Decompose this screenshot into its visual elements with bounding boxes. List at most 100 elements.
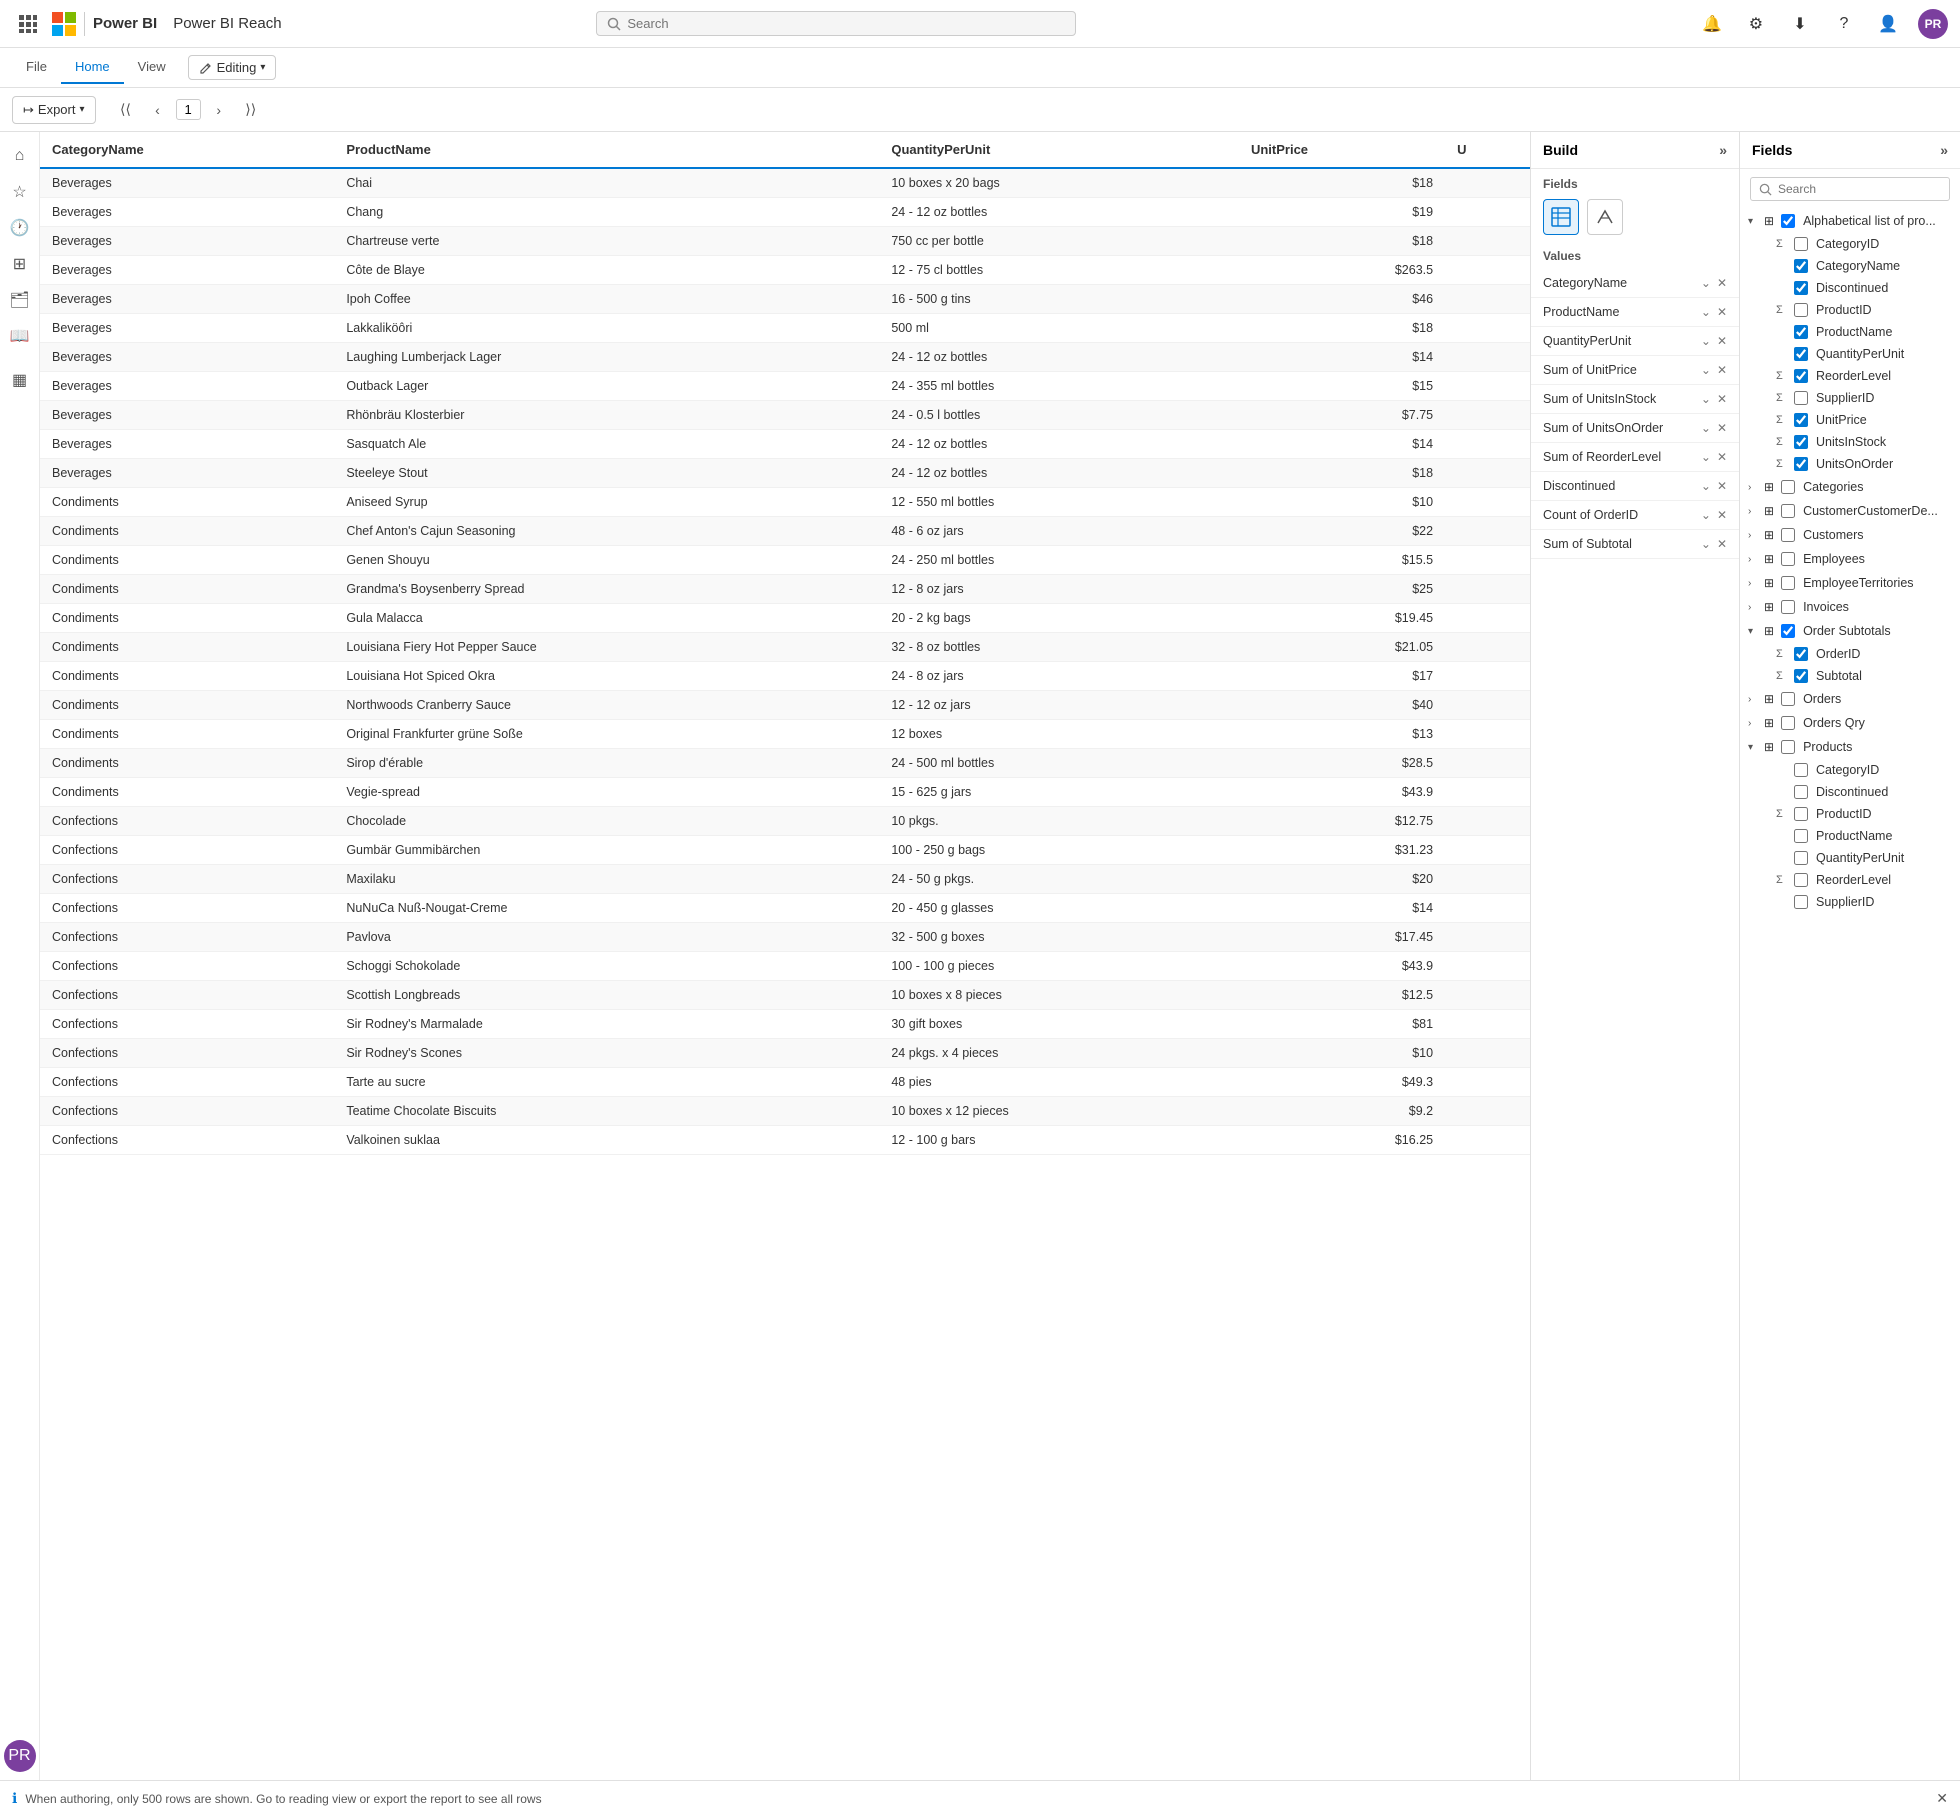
tree-group-check[interactable] [1781,528,1795,542]
build-value-item[interactable]: Sum of ReorderLevel ⌄ ✕ [1531,443,1739,472]
tree-group-check[interactable] [1781,624,1795,638]
tree-item[interactable]: Σ CategoryID [1740,233,1960,255]
tree-item[interactable]: Σ UnitsInStock [1740,431,1960,453]
build-value-sort[interactable]: ⌄ [1699,448,1713,466]
build-value-item[interactable]: ProductName ⌄ ✕ [1531,298,1739,327]
sidebar-metrics-icon[interactable]: ▦ [4,364,36,396]
bottom-bar-close[interactable]: ✕ [1936,1790,1948,1807]
tree-group-header[interactable]: › ⊞ CustomerCustomerDe... [1740,499,1960,523]
tree-item-check[interactable] [1794,807,1808,821]
sidebar-favorites-icon[interactable]: ☆ [4,176,36,208]
data-area[interactable]: CategoryName ProductName QuantityPerUnit… [40,132,1530,1780]
tree-group-check[interactable] [1781,214,1795,228]
fields-search-input[interactable] [1778,182,1941,196]
tree-item-check[interactable] [1794,281,1808,295]
build-value-item[interactable]: Sum of UnitPrice ⌄ ✕ [1531,356,1739,385]
tree-item-check[interactable] [1794,873,1808,887]
build-value-remove[interactable]: ✕ [1715,535,1729,553]
tree-item[interactable]: CategoryID [1740,759,1960,781]
sidebar-learn-icon[interactable]: 📖 [4,320,36,352]
build-value-remove[interactable]: ✕ [1715,361,1729,379]
build-value-item[interactable]: Sum of UnitsInStock ⌄ ✕ [1531,385,1739,414]
tree-group-header[interactable]: › ⊞ Invoices [1740,595,1960,619]
tree-group-check[interactable] [1781,740,1795,754]
sidebar-home-icon[interactable]: ⌂ [4,140,36,172]
build-value-sort[interactable]: ⌄ [1699,535,1713,553]
build-value-remove[interactable]: ✕ [1715,448,1729,466]
build-value-sort[interactable]: ⌄ [1699,390,1713,408]
tree-item[interactable]: Discontinued [1740,781,1960,803]
tree-group-check[interactable] [1781,716,1795,730]
tree-item-check[interactable] [1794,435,1808,449]
tree-group-check[interactable] [1781,576,1795,590]
tree-item-check[interactable] [1794,391,1808,405]
build-value-item[interactable]: Sum of Subtotal ⌄ ✕ [1531,530,1739,559]
avatar[interactable]: PR [1918,9,1948,39]
tree-item[interactable]: Σ ProductID [1740,299,1960,321]
tree-item-check[interactable] [1794,669,1808,683]
tree-item[interactable]: CategoryName [1740,255,1960,277]
tree-item[interactable]: QuantityPerUnit [1740,343,1960,365]
sidebar-pr-icon[interactable]: PR [4,1740,36,1772]
notifications-icon[interactable]: 🔔 [1698,10,1726,38]
tree-group-header[interactable]: ▾ ⊞ Alphabetical list of pro... [1740,209,1960,233]
tree-item[interactable]: Σ Subtotal [1740,665,1960,687]
sidebar-apps-icon[interactable]: ⊞ [4,248,36,280]
tree-item-check[interactable] [1794,237,1808,251]
tree-group-check[interactable] [1781,552,1795,566]
tree-item-check[interactable] [1794,325,1808,339]
fields-search-bar[interactable] [1750,177,1950,201]
tree-item-check[interactable] [1794,457,1808,471]
tab-file[interactable]: File [12,51,61,84]
tree-item-check[interactable] [1794,347,1808,361]
build-value-item[interactable]: Count of OrderID ⌄ ✕ [1531,501,1739,530]
build-value-sort[interactable]: ⌄ [1699,332,1713,350]
tree-group-header[interactable]: › ⊞ Customers [1740,523,1960,547]
tree-item-check[interactable] [1794,647,1808,661]
build-table-icon[interactable] [1543,199,1579,235]
tree-item-check[interactable] [1794,895,1808,909]
build-expand-icon[interactable]: » [1719,142,1727,158]
tree-item[interactable]: Σ OrderID [1740,643,1960,665]
tree-group-check[interactable] [1781,480,1795,494]
tree-item[interactable]: QuantityPerUnit [1740,847,1960,869]
build-value-sort[interactable]: ⌄ [1699,274,1713,292]
tree-item-check[interactable] [1794,851,1808,865]
tree-item[interactable]: ProductName [1740,321,1960,343]
build-value-sort[interactable]: ⌄ [1699,361,1713,379]
tree-item[interactable]: Σ ReorderLevel [1740,869,1960,891]
first-page-button[interactable]: ⟨⟨ [112,96,140,124]
tree-item[interactable]: Σ ProductID [1740,803,1960,825]
sidebar-workspaces-icon[interactable]: 🗂 [4,284,36,316]
ms-logo[interactable]: Power BI [52,12,157,36]
fields-expand-icon[interactable]: » [1940,142,1948,158]
tree-item-check[interactable] [1794,303,1808,317]
tree-group-check[interactable] [1781,600,1795,614]
tree-group-header[interactable]: › ⊞ Categories [1740,475,1960,499]
tree-item[interactable]: SupplierID [1740,891,1960,913]
sidebar-recent-icon[interactable]: 🕐 [4,212,36,244]
build-value-remove[interactable]: ✕ [1715,390,1729,408]
build-value-item[interactable]: QuantityPerUnit ⌄ ✕ [1531,327,1739,356]
tab-view[interactable]: View [124,51,180,84]
tree-group-header[interactable]: › ⊞ EmployeeTerritories [1740,571,1960,595]
tree-group-header[interactable]: ▾ ⊞ Products [1740,735,1960,759]
global-search-bar[interactable] [596,11,1076,36]
help-icon[interactable]: ? [1830,10,1858,38]
tree-item[interactable]: Σ UnitsOnOrder [1740,453,1960,475]
tree-item-check[interactable] [1794,369,1808,383]
tree-group-check[interactable] [1781,504,1795,518]
export-button[interactable]: ↦ Export ▾ [12,96,96,124]
prev-page-button[interactable]: ‹ [144,96,172,124]
tree-item-check[interactable] [1794,785,1808,799]
tree-item[interactable]: Σ SupplierID [1740,387,1960,409]
next-page-button[interactable]: › [205,96,233,124]
tab-home[interactable]: Home [61,51,124,84]
build-value-sort[interactable]: ⌄ [1699,303,1713,321]
build-value-item[interactable]: Sum of UnitsOnOrder ⌄ ✕ [1531,414,1739,443]
tree-item[interactable]: Σ ReorderLevel [1740,365,1960,387]
tree-item[interactable]: Σ UnitPrice [1740,409,1960,431]
tree-item-check[interactable] [1794,763,1808,777]
build-value-sort[interactable]: ⌄ [1699,477,1713,495]
tree-group-header[interactable]: › ⊞ Employees [1740,547,1960,571]
